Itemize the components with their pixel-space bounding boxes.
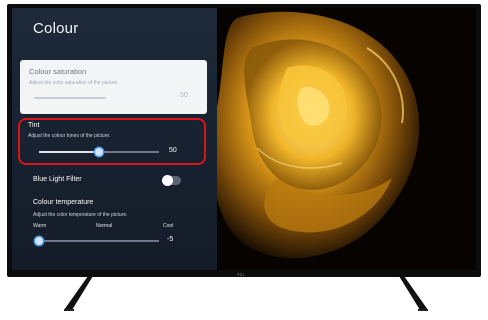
- tv-stand-left: [64, 276, 93, 311]
- colour-settings-panel: Colour Colour saturation Adjust the colo…: [12, 8, 217, 270]
- background-rose-photo: [217, 8, 476, 270]
- tint-slider[interactable]: [39, 148, 159, 156]
- tint-slider-fill: [39, 151, 99, 153]
- blue-light-filter-label: Blue Light Filter: [33, 176, 82, 183]
- colour-saturation-description: Adjust the color saturation of the pictu…: [29, 80, 119, 86]
- tint-label: Tint: [28, 122, 40, 129]
- colour-temperature-description: Adjust the color temperature of the pict…: [33, 212, 128, 218]
- temperature-cool-label: Cool: [163, 223, 174, 229]
- tint-value: 50: [169, 147, 177, 154]
- toggle-knob: [162, 175, 173, 186]
- tint-description: Adjust the colour tones of the picture.: [28, 133, 111, 139]
- panel-title: Colour: [33, 20, 79, 37]
- tv-stand-right: [399, 276, 428, 311]
- tint-focus-highlight: [18, 118, 206, 165]
- tint-slider-handle[interactable]: [95, 148, 103, 156]
- blue-light-filter-toggle[interactable]: [162, 175, 181, 186]
- colour-saturation-slider[interactable]: [34, 97, 106, 99]
- colour-temperature-label: Colour temperature: [33, 199, 94, 206]
- colour-saturation-label: Colour saturation: [29, 67, 87, 76]
- rose-image: [217, 8, 476, 270]
- tv-screen: Colour Colour saturation Adjust the colo…: [12, 8, 476, 270]
- colour-saturation-value: 50: [180, 92, 188, 99]
- tv-brand-logo: TCL: [237, 273, 246, 277]
- temperature-normal-label: Normal: [96, 223, 113, 229]
- colour-temperature-slider-handle[interactable]: [35, 237, 43, 245]
- colour-temperature-slider[interactable]: [35, 237, 159, 245]
- temperature-warm-label: Warm: [33, 223, 47, 229]
- colour-temperature-value: -5: [167, 236, 174, 243]
- colour-saturation-setting[interactable]: Colour saturation Adjust the color satur…: [20, 60, 207, 114]
